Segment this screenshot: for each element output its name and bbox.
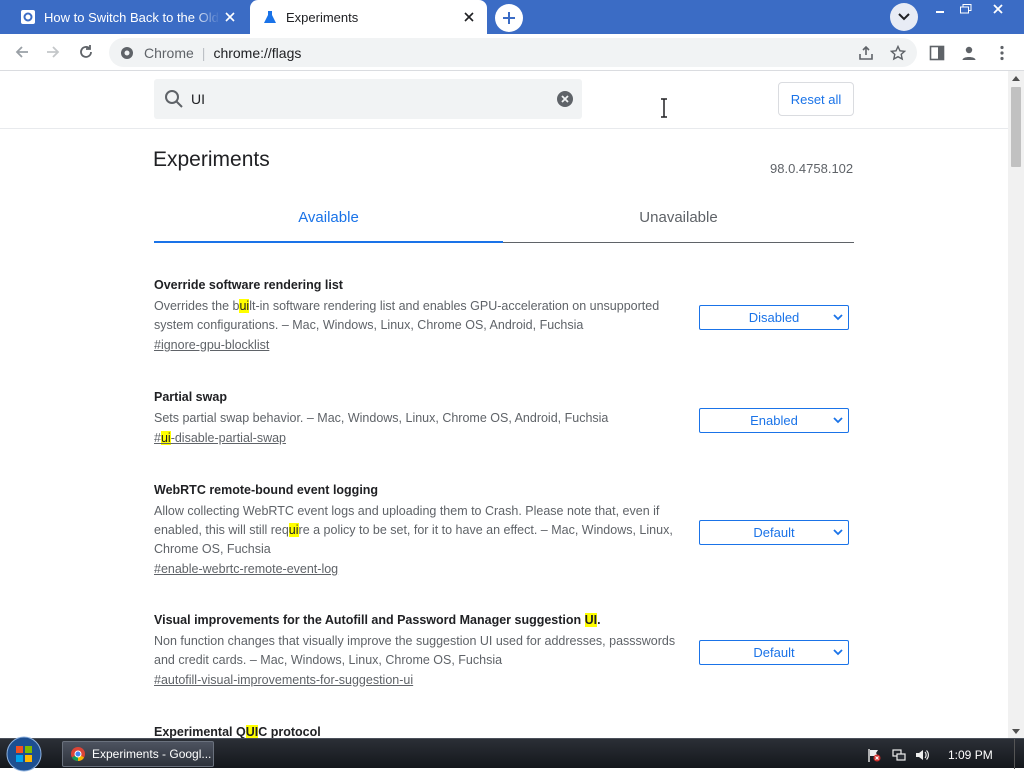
experiment-description: Overrides the built-in software renderin… (154, 299, 660, 332)
side-panel-button[interactable] (927, 43, 947, 63)
share-icon (859, 45, 873, 60)
network-icon[interactable] (891, 747, 907, 763)
experiment-name: Partial swap (154, 390, 227, 404)
experiment-permalink[interactable]: #autofill-visual-improvements-for-sugges… (154, 673, 413, 687)
experiment-state-select[interactable]: Enabled (699, 408, 849, 433)
clear-search-button[interactable] (556, 90, 574, 108)
chrome-logo-icon (121, 46, 133, 59)
share-button[interactable] (857, 44, 875, 62)
side-panel-icon (929, 45, 945, 61)
star-icon (890, 45, 906, 61)
chevron-down-icon (833, 314, 843, 321)
kebab-menu-icon (1000, 45, 1004, 61)
url-text[interactable]: chrome://flags (213, 45, 301, 61)
experiment-item: Visual improvements for the Autofill and… (154, 613, 854, 689)
site-favicon-icon (21, 10, 35, 24)
close-tab-icon[interactable] (459, 7, 479, 27)
bookmark-button[interactable] (889, 44, 907, 62)
chrome-version: 98.0.4758.102 (770, 161, 854, 176)
experiment-description: Non function changes that visually impro… (154, 634, 676, 667)
plus-icon (503, 12, 515, 24)
windows-taskbar: Experiments - Googl... 1:09 PM (0, 736, 1024, 772)
scroll-down-arrow-icon[interactable] (1008, 724, 1024, 738)
experiment-item: Override software rendering list Overrid… (154, 278, 854, 354)
text-cursor-icon (661, 98, 667, 118)
profile-button[interactable] (959, 43, 979, 63)
tab-strip: How to Switch Back to the Old Chrome Exp… (0, 0, 1024, 34)
chevron-down-icon (833, 417, 843, 424)
experiment-name: Visual improvements for the Autofill and… (154, 613, 601, 627)
experiment-permalink[interactable]: #enable-webrtc-remote-event-log (154, 562, 338, 576)
search-input[interactable] (191, 91, 556, 107)
tab-available[interactable]: Available (154, 209, 503, 243)
tab-search-button[interactable] (890, 3, 918, 31)
scroll-up-arrow-icon[interactable] (1008, 71, 1024, 85)
back-button[interactable] (9, 39, 35, 65)
omnibox-separator: | (201, 44, 206, 61)
page-title: Experiments (153, 148, 270, 171)
experiment-state-select[interactable]: Disabled (699, 305, 849, 330)
experiment-item: Partial swap Sets partial swap behavior.… (154, 390, 854, 447)
flask-icon (264, 11, 276, 23)
experiment-description: Sets partial swap behavior. – Mac, Windo… (154, 411, 609, 425)
select-value: Enabled (750, 413, 798, 428)
flags-header: Reset all (0, 71, 1008, 129)
experiment-name: Override software rendering list (154, 278, 343, 292)
select-value: Disabled (748, 310, 800, 325)
search-box[interactable] (154, 79, 667, 119)
windows-logo-icon (6, 736, 42, 772)
arrow-left-icon (15, 46, 28, 58)
experiment-description: Allow collecting WebRTC event logs and u… (154, 504, 673, 556)
flags-page: Reset all Experiments 98.0.4758.102 Avai… (0, 71, 1008, 738)
taskbar-clock[interactable]: 1:09 PM (948, 748, 993, 762)
select-value: Default (753, 645, 795, 660)
experiment-permalink[interactable]: #ui-disable-partial-swap (154, 431, 286, 445)
taskbar-item-label: Experiments - Googl... (92, 747, 212, 761)
arrow-right-icon (47, 46, 60, 58)
search-icon (165, 90, 183, 108)
chevron-down-icon (898, 13, 910, 21)
new-tab-button[interactable] (495, 4, 523, 32)
tab-title: How to Switch Back to the Old Chrome (44, 9, 220, 25)
experiment-name: Experimental QUIC protocol (154, 725, 321, 738)
taskbar-chrome-item[interactable]: Experiments - Googl... (62, 741, 214, 767)
start-button[interactable] (4, 735, 44, 773)
restore-window-button[interactable] (952, 0, 980, 18)
tab-title: Experiments (286, 9, 359, 25)
experiment-item: Experimental QUIC protocol (154, 725, 854, 738)
chevron-down-icon (833, 649, 843, 656)
minimize-window-button[interactable] (926, 0, 954, 18)
person-icon (962, 46, 976, 60)
forward-button[interactable] (40, 39, 66, 65)
experiment-state-select[interactable]: Default (699, 640, 849, 665)
address-bar[interactable]: Chrome | chrome://flags (109, 38, 917, 67)
reload-button[interactable] (73, 39, 99, 65)
experiment-name: WebRTC remote-bound event logging (154, 483, 379, 497)
browser-tab-howto[interactable]: How to Switch Back to the Old Chrome (8, 0, 248, 34)
experiment-item: WebRTC remote-bound event logging Allow … (154, 483, 854, 578)
show-desktop-button[interactable] (1014, 739, 1024, 769)
browser-tab-experiments[interactable]: Experiments (250, 0, 487, 34)
select-value: Default (753, 525, 795, 540)
scrollbar-thumb[interactable] (1011, 87, 1021, 167)
volume-icon[interactable] (914, 747, 930, 763)
chrome-logo-icon (71, 747, 85, 762)
chevron-down-icon (833, 529, 843, 536)
close-tab-icon[interactable] (220, 7, 240, 27)
experiment-permalink[interactable]: #ignore-gpu-blocklist (154, 338, 269, 352)
site-name: Chrome (144, 44, 194, 61)
reset-all-button[interactable]: Reset all (778, 82, 854, 116)
close-window-button[interactable] (978, 0, 1018, 18)
clear-icon (557, 91, 573, 107)
tab-unavailable[interactable]: Unavailable (503, 209, 854, 243)
experiment-state-select[interactable]: Default (699, 520, 849, 545)
page-scrollbar[interactable] (1008, 71, 1024, 738)
reload-icon (80, 45, 92, 58)
action-center-flag-icon[interactable] (866, 747, 882, 763)
browser-toolbar: Chrome | chrome://flags (0, 34, 1024, 71)
chrome-menu-button[interactable] (992, 43, 1012, 63)
